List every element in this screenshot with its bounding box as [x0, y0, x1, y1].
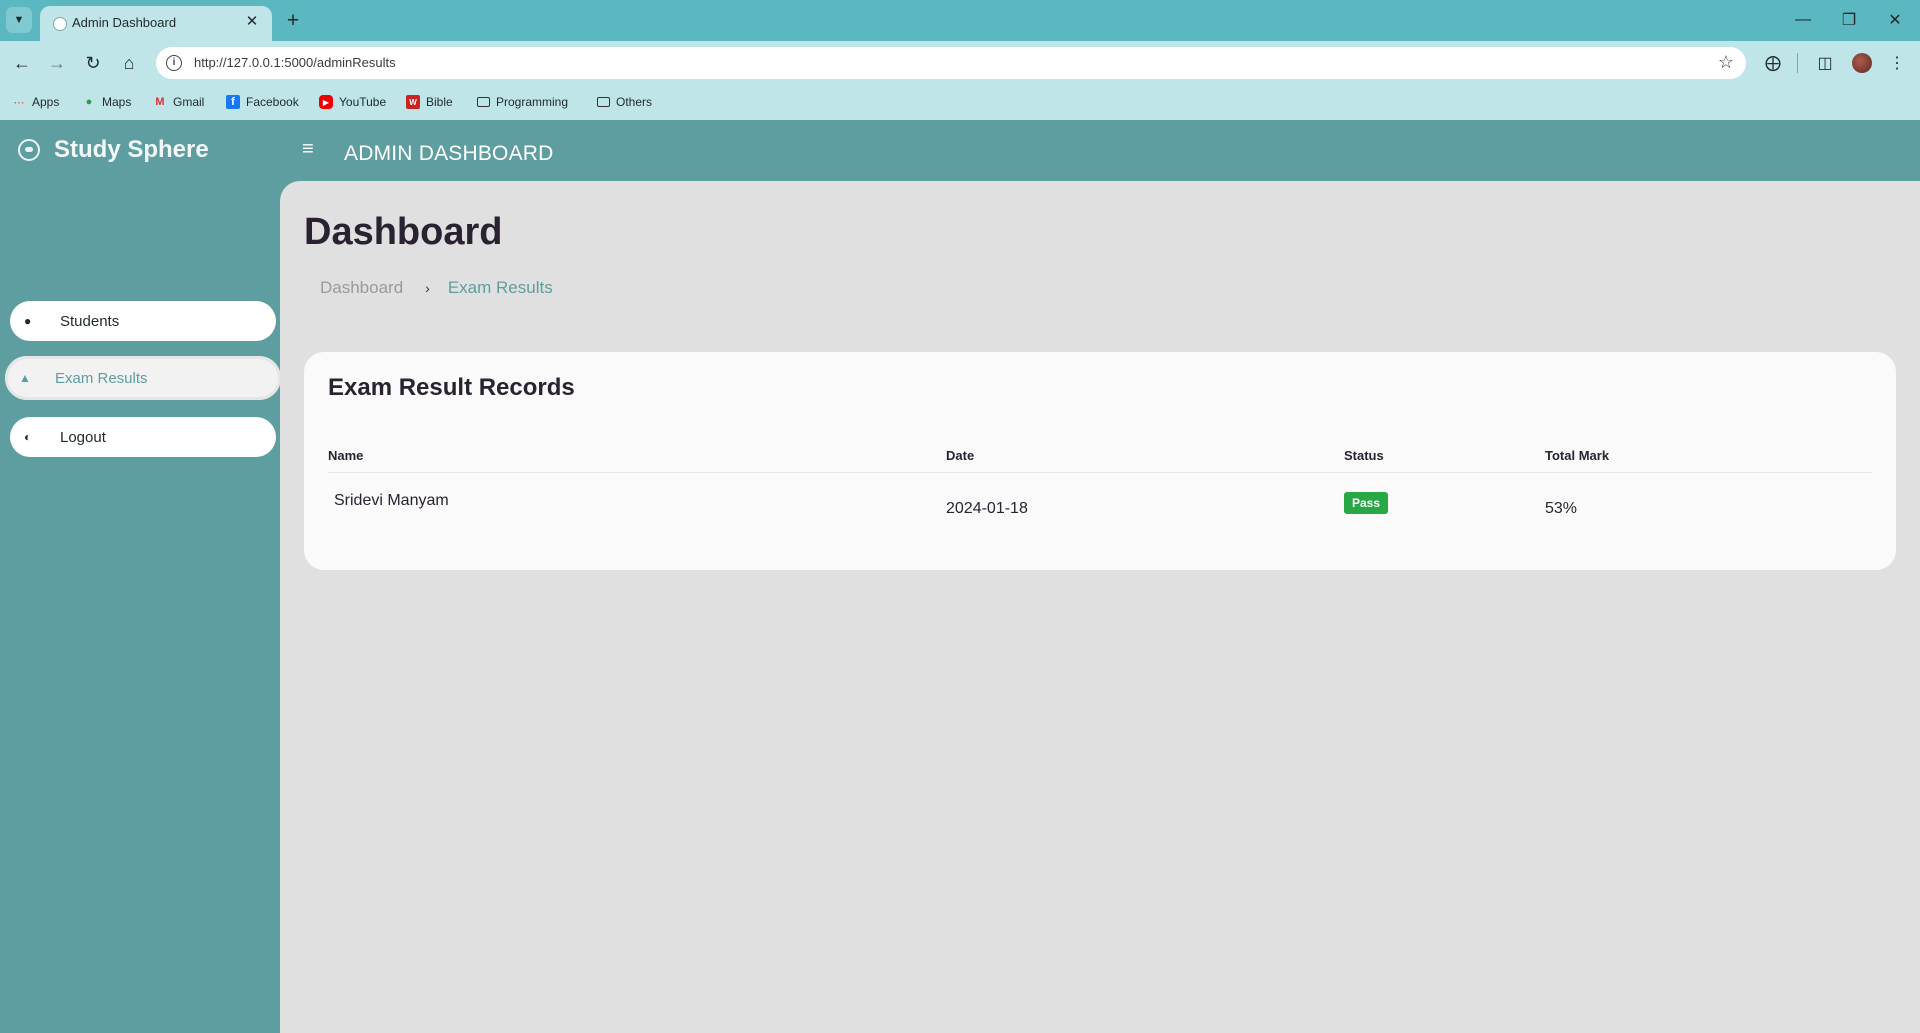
- url-text: http://127.0.0.1:5000/adminResults: [194, 55, 396, 70]
- column-header-name: Name: [328, 448, 364, 463]
- facebook-icon: f: [226, 95, 240, 109]
- maps-pin-icon: ●: [85, 96, 93, 108]
- tab-search-button[interactable]: ▼: [6, 7, 32, 33]
- address-bar[interactable]: i http://127.0.0.1:5000/adminResults ☆: [156, 47, 1746, 79]
- bookmarks-bar: ⋯ Apps ● Maps M Gmail f Facebook ▶ YouTu…: [0, 85, 1920, 120]
- bookmark-facebook[interactable]: f Facebook: [226, 92, 299, 112]
- cell-total-mark: 53%: [1545, 500, 1578, 517]
- sidebar-item-logout[interactable]: ◐ Logout: [10, 417, 276, 457]
- home-icon[interactable]: ⌂: [115, 49, 143, 77]
- breadcrumb-home-link[interactable]: Dashboard: [320, 278, 403, 298]
- column-header-status: Status: [1344, 448, 1384, 463]
- tab-title: Admin Dashboard: [72, 15, 177, 30]
- sidebar-item-students[interactable]: ● Students: [10, 301, 276, 341]
- breadcrumb-current: Exam Results: [447, 278, 553, 297]
- forward-arrow-icon[interactable]: →: [43, 49, 71, 77]
- bookmark-label: Maps: [102, 95, 132, 109]
- bookmark-programming[interactable]: Programming: [477, 92, 568, 112]
- cell-name: Sridevi Manyam: [334, 492, 449, 509]
- more-menu-icon[interactable]: ⋮: [1884, 50, 1910, 76]
- new-tab-button[interactable]: +: [280, 8, 306, 34]
- tab-favicon-icon: [53, 17, 67, 31]
- card-title: Exam Result Records: [328, 374, 575, 401]
- close-tab-icon[interactable]: ✕: [242, 11, 262, 31]
- chevron-down-icon: ▼: [13, 14, 25, 26]
- breadcrumb: Dashboard › Exam Results: [320, 278, 553, 298]
- logout-icon: ◐: [24, 430, 32, 444]
- cell-date: 2024-01-18: [946, 500, 1028, 517]
- bookmark-label: Programming: [496, 95, 569, 109]
- extensions-icon[interactable]: ⨁: [1760, 50, 1786, 76]
- bookmark-label: Facebook: [246, 95, 299, 109]
- bookmark-bible[interactable]: W Bible: [406, 92, 453, 112]
- toolbar-divider: [1797, 53, 1798, 73]
- bookmark-star-icon[interactable]: ☆: [1718, 52, 1734, 73]
- side-panel-icon[interactable]: ◫: [1812, 50, 1838, 76]
- users-icon: ●: [24, 314, 32, 328]
- minimize-button[interactable]: —: [1780, 6, 1826, 34]
- bookmark-label: YouTube: [339, 95, 387, 109]
- back-arrow-icon[interactable]: ←: [8, 49, 36, 77]
- folder-icon: [477, 97, 490, 107]
- bookmark-others[interactable]: Others: [597, 92, 652, 112]
- bookmark-gmail[interactable]: M Gmail: [153, 92, 204, 112]
- restore-button[interactable]: ❐: [1826, 6, 1872, 34]
- browser-tab[interactable]: Admin Dashboard ✕: [40, 6, 272, 41]
- sidebar-item-label: Students: [60, 312, 120, 330]
- graduation-cap-icon: ▲: [19, 371, 31, 385]
- apps-grid-icon: ⋯: [13, 96, 25, 109]
- reload-icon[interactable]: ↻: [79, 49, 107, 77]
- hamburger-menu-icon[interactable]: ≡: [302, 138, 314, 161]
- site-info-icon[interactable]: i: [166, 55, 182, 71]
- column-header-date: Date: [946, 448, 975, 463]
- sidebar-item-label: Logout: [60, 428, 106, 446]
- app-shell: Study Sphere ≡ ADMIN DASHBOARD ● Student…: [0, 120, 1920, 1033]
- bible-icon: W: [406, 95, 420, 109]
- bookmark-label: Others: [616, 95, 653, 109]
- bookmark-label: Apps: [32, 95, 60, 109]
- status-badge: Pass: [1344, 492, 1389, 514]
- header-title: ADMIN DASHBOARD: [344, 142, 554, 165]
- exam-results-card: Exam Result Records Name Date Status Tot…: [304, 352, 1896, 570]
- sidebar-item-exam-results[interactable]: ▲ Exam Results: [5, 356, 281, 400]
- bookmark-youtube[interactable]: ▶ YouTube: [319, 92, 386, 112]
- brand[interactable]: Study Sphere: [18, 136, 209, 164]
- bookmark-label: Gmail: [173, 95, 205, 109]
- chevron-right-icon: ›: [425, 280, 430, 296]
- brand-name: Study Sphere: [54, 136, 209, 163]
- folder-icon: [597, 97, 610, 107]
- main-content: Dashboard Dashboard › Exam Results Exam …: [280, 181, 1920, 1033]
- page-title: Dashboard: [304, 211, 503, 253]
- table-divider: [328, 472, 1872, 473]
- sidebar-item-label: Exam Results: [55, 369, 148, 387]
- browser-toolbar: ← → ↻ ⌂ i http://127.0.0.1:5000/adminRes…: [0, 41, 1920, 85]
- gmail-icon: M: [155, 96, 165, 108]
- browser-tabstrip: ▼ Admin Dashboard ✕ + — ❐ ✕: [0, 0, 1920, 41]
- bookmark-maps[interactable]: ● Maps: [82, 92, 132, 112]
- bookmark-apps[interactable]: ⋯ Apps: [12, 92, 60, 112]
- bookmark-label: Bible: [426, 95, 453, 109]
- column-header-total-mark: Total Mark: [1545, 448, 1610, 463]
- close-window-button[interactable]: ✕: [1872, 6, 1918, 34]
- brand-logo-icon: [18, 139, 40, 161]
- profile-avatar[interactable]: [1852, 53, 1872, 73]
- youtube-icon: ▶: [319, 95, 333, 109]
